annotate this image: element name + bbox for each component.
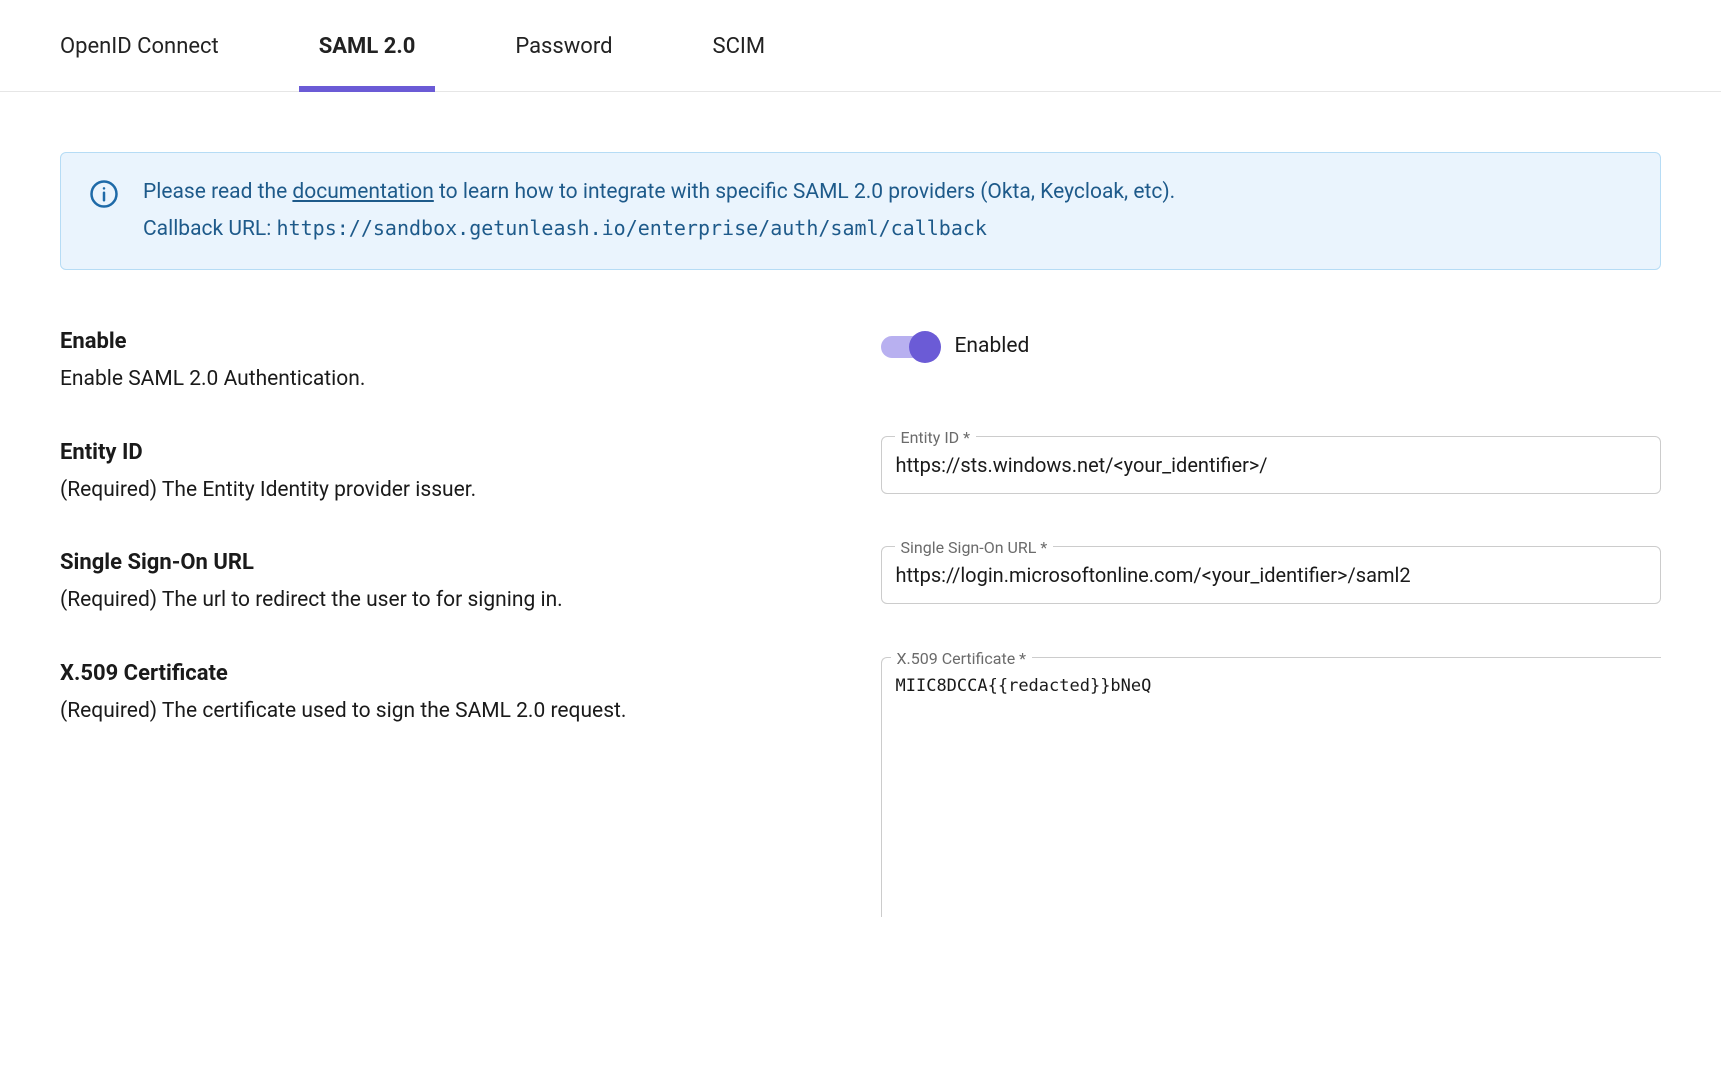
- callback-url: https://sandbox.getunleash.io/enterprise…: [277, 216, 987, 240]
- sso-url-desc-text: (Required) The url to redirect the user …: [60, 585, 841, 617]
- info-prefix: Please read the: [143, 180, 292, 204]
- tab-bar: OpenID Connect SAML 2.0 Password SCIM: [0, 0, 1721, 92]
- sso-url-title: Single Sign-On URL: [60, 546, 841, 579]
- enable-description: Enable Enable SAML 2.0 Authentication.: [60, 325, 841, 396]
- tab-panel-saml: Please read the documentation to learn h…: [0, 92, 1721, 985]
- enable-title: Enable: [60, 325, 841, 358]
- info-suffix: to learn how to integrate with specific …: [434, 180, 1175, 204]
- tab-password[interactable]: Password: [515, 30, 612, 91]
- cert-desc-text: (Required) The certificate used to sign …: [60, 696, 841, 728]
- enable-desc-text: Enable SAML 2.0 Authentication.: [60, 364, 841, 396]
- callback-label: Callback URL:: [143, 217, 277, 241]
- entity-id-description: Entity ID (Required) The Entity Identity…: [60, 436, 841, 507]
- tab-saml[interactable]: SAML 2.0: [319, 30, 416, 91]
- tab-openid-connect[interactable]: OpenID Connect: [60, 30, 219, 91]
- entity-id-desc-text: (Required) The Entity Identity provider …: [60, 475, 841, 507]
- cert-field: X.509 Certificate *: [881, 657, 1662, 925]
- documentation-link[interactable]: documentation: [292, 180, 433, 204]
- info-banner: Please read the documentation to learn h…: [60, 152, 1661, 270]
- entity-id-label: Entity ID *: [895, 426, 977, 450]
- enable-toggle[interactable]: [881, 332, 939, 362]
- sso-url-description: Single Sign-On URL (Required) The url to…: [60, 546, 841, 617]
- sso-url-field: Single Sign-On URL *: [881, 546, 1662, 604]
- info-text: Please read the documentation to learn h…: [143, 177, 1175, 245]
- info-icon: [89, 179, 119, 220]
- cert-title: X.509 Certificate: [60, 657, 841, 690]
- cert-label: X.509 Certificate *: [891, 647, 1033, 671]
- enable-toggle-label: Enabled: [955, 331, 1030, 363]
- sso-url-label: Single Sign-On URL *: [895, 536, 1054, 560]
- entity-id-input[interactable]: [881, 436, 1662, 494]
- entity-id-title: Entity ID: [60, 436, 841, 469]
- cert-textarea[interactable]: [881, 657, 1662, 917]
- entity-id-field: Entity ID *: [881, 436, 1662, 494]
- cert-description: X.509 Certificate (Required) The certifi…: [60, 657, 841, 728]
- tab-scim[interactable]: SCIM: [713, 30, 766, 91]
- enable-toggle-row: Enabled: [881, 325, 1662, 363]
